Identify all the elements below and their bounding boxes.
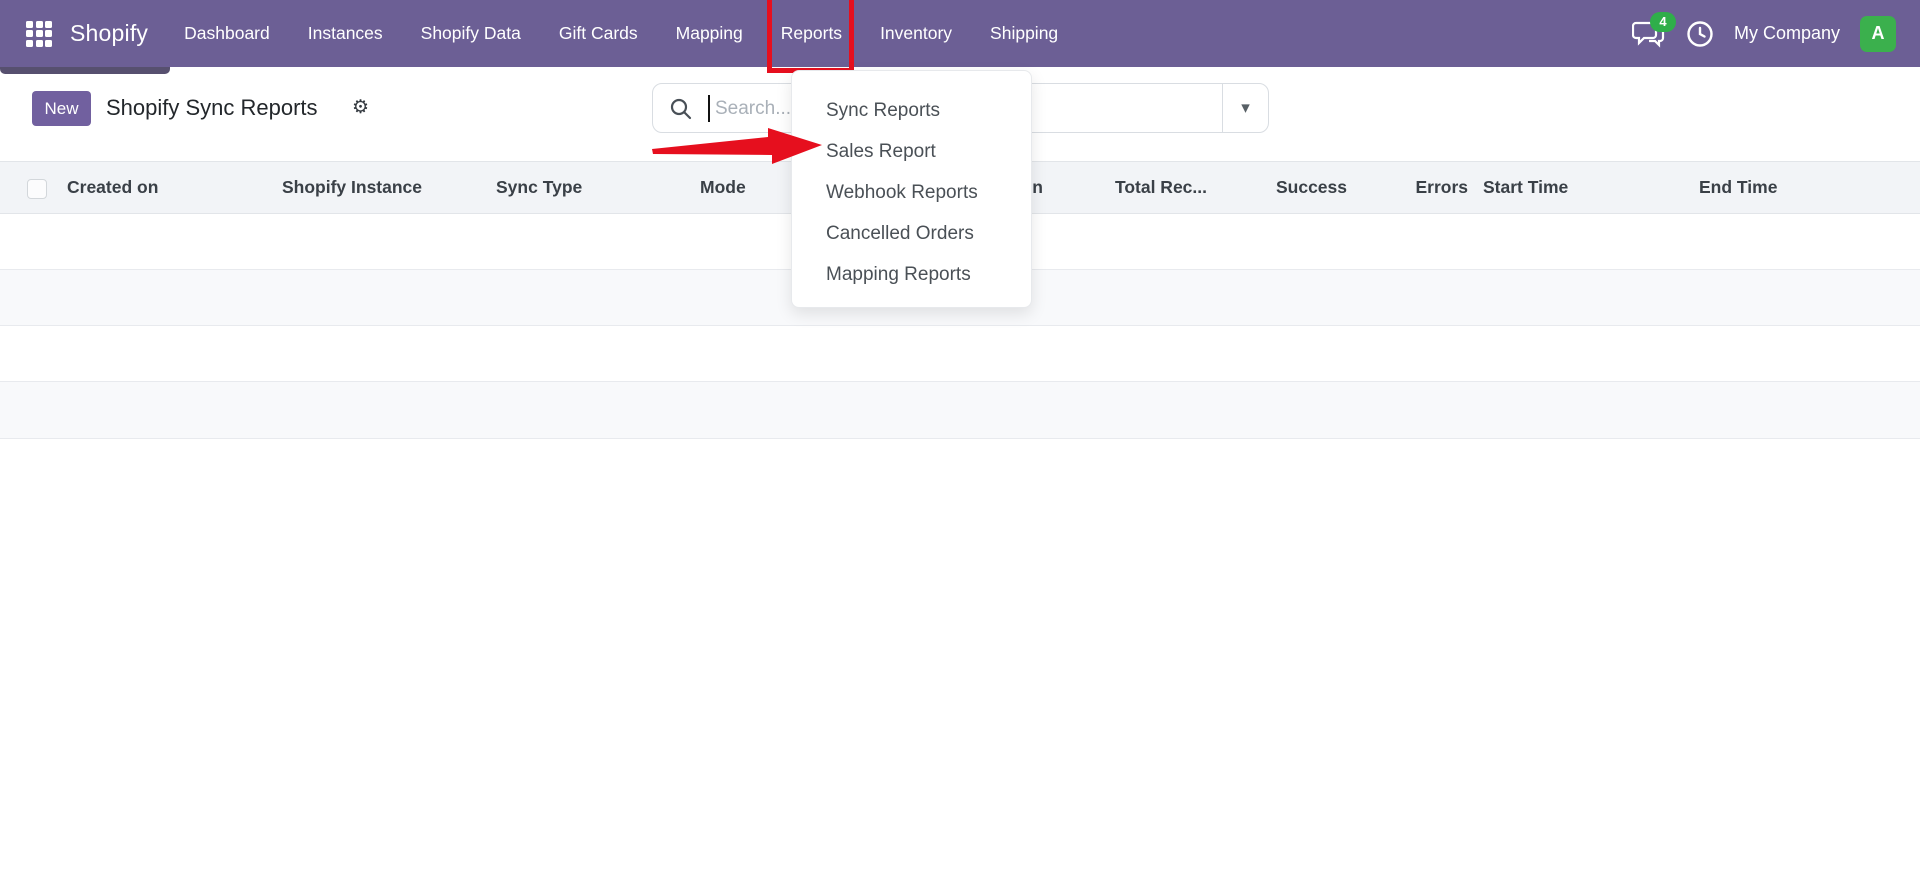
menu-item-reports-label: Reports — [780, 23, 843, 43]
menu-item-sales-report[interactable]: Sales Report — [792, 131, 1031, 172]
menu-item-inventory[interactable]: Inventory — [880, 19, 952, 48]
new-button[interactable]: New — [32, 91, 91, 126]
column-total-records[interactable]: Total Rec... — [1115, 177, 1207, 198]
gear-icon[interactable]: ⚙ — [352, 96, 369, 119]
column-mode[interactable]: Mode — [700, 177, 746, 198]
column-shopify-instance[interactable]: Shopify Instance — [282, 177, 422, 198]
menu-item-webhook-reports[interactable]: Webhook Reports — [792, 172, 1031, 213]
menu-item-gift-cards[interactable]: Gift Cards — [559, 19, 638, 48]
main-menu: Dashboard Instances Shopify Data Gift Ca… — [184, 0, 1058, 73]
user-avatar[interactable]: A — [1860, 15, 1896, 52]
loading-indicator-bar — [0, 67, 170, 74]
messages-count-badge: 4 — [1649, 11, 1676, 32]
search-options-toggle[interactable]: ▾ — [1222, 84, 1268, 132]
company-switcher[interactable]: My Company — [1734, 23, 1840, 44]
top-navbar: Shopify Dashboard Instances Shopify Data… — [0, 0, 1920, 73]
column-success[interactable]: Success — [1276, 177, 1347, 198]
text-cursor — [708, 95, 710, 122]
column-end-time[interactable]: End Time — [1699, 177, 1777, 198]
table-row — [0, 326, 1920, 382]
caret-down-icon: ▾ — [1241, 98, 1250, 117]
shopify-sync-reports-screen: Shopify Dashboard Instances Shopify Data… — [0, 0, 1920, 878]
select-all-checkbox[interactable] — [27, 179, 47, 199]
table-row — [0, 382, 1920, 439]
column-created-on[interactable]: Created on — [67, 177, 158, 198]
menu-item-shopify-data[interactable]: Shopify Data — [421, 19, 521, 48]
menu-item-mapping[interactable]: Mapping — [676, 19, 743, 48]
menu-item-dashboard[interactable]: Dashboard — [184, 19, 270, 48]
menu-item-instances[interactable]: Instances — [308, 19, 383, 48]
menu-item-shipping[interactable]: Shipping — [990, 19, 1058, 48]
menu-item-sync-reports[interactable]: Sync Reports — [792, 90, 1031, 131]
reports-dropdown-menu: Sync Reports Sales Report Webhook Report… — [791, 70, 1032, 308]
app-brand[interactable]: Shopify — [70, 20, 148, 47]
menu-item-mapping-reports[interactable]: Mapping Reports — [792, 254, 1031, 295]
column-start-time[interactable]: Start Time — [1483, 177, 1568, 198]
menu-item-reports[interactable]: Reports — [766, 0, 855, 73]
search-icon — [670, 98, 692, 120]
menu-item-cancelled-orders[interactable]: Cancelled Orders — [792, 213, 1031, 254]
column-errors[interactable]: Errors — [1415, 177, 1468, 198]
activities-clock-icon[interactable] — [1686, 20, 1714, 48]
page-title: Shopify Sync Reports — [106, 95, 318, 120]
apps-grid-icon[interactable] — [26, 20, 52, 47]
navbar-right-cluster: 4 My Company A — [1631, 0, 1896, 67]
column-sync-type[interactable]: Sync Type — [496, 177, 582, 198]
messages-icon[interactable]: 4 — [1631, 11, 1676, 49]
